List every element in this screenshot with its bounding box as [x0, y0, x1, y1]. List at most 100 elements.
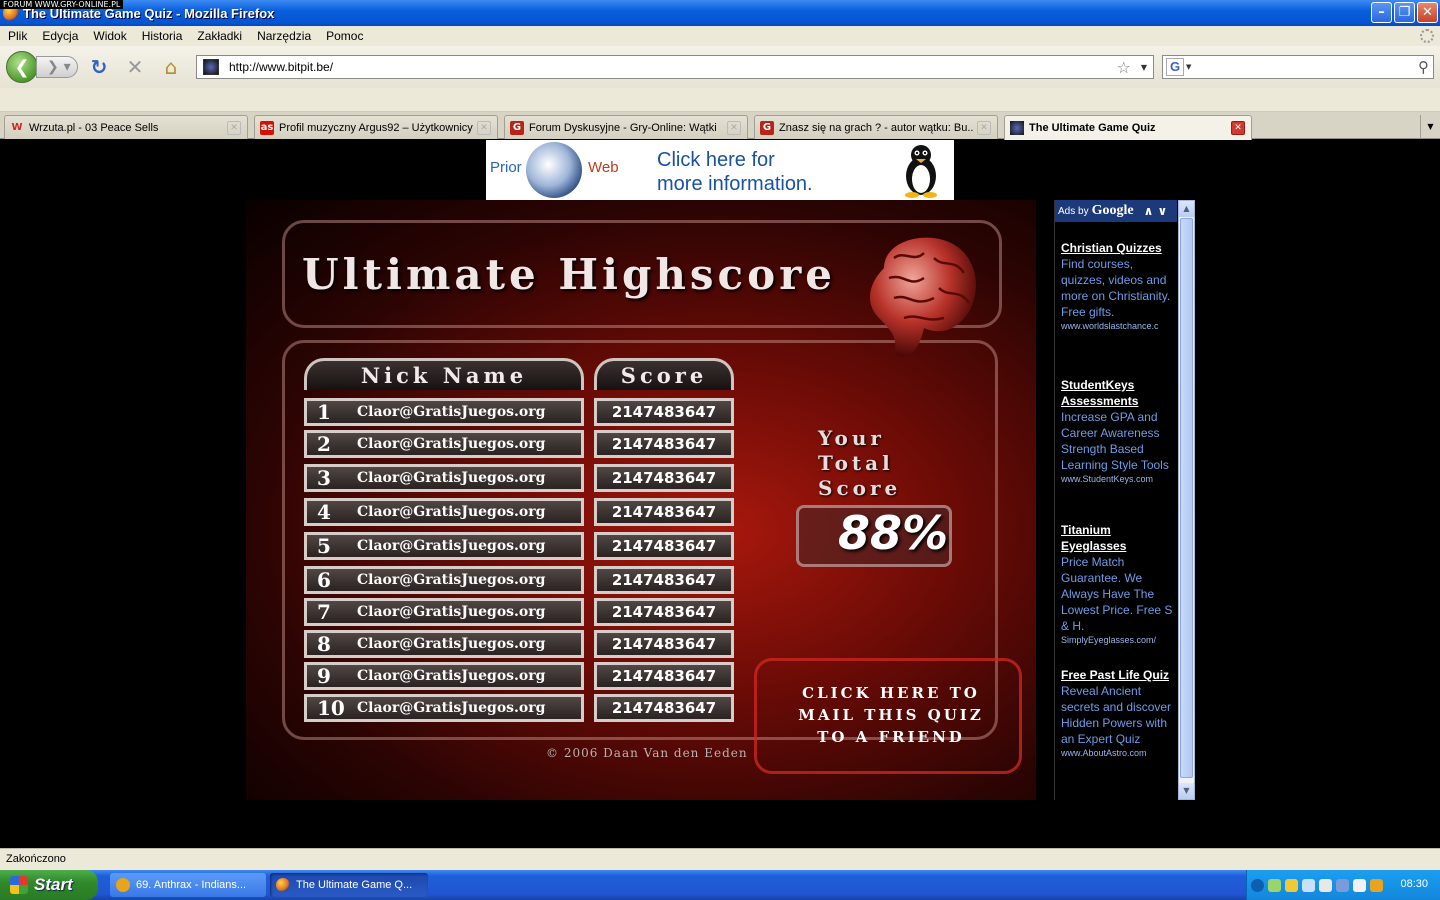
ad-title[interactable]: StudentKeys Assessments [1061, 377, 1175, 409]
table-row: 3 Claor@GratisJuegos.org [304, 464, 584, 492]
mail-quiz-button[interactable]: CLICK HERE TO MAIL THIS QUIZ TO A FRIEND [786, 682, 996, 748]
tab-close-icon[interactable]: ✕ [227, 120, 241, 135]
tab-close-icon[interactable]: ✕ [977, 120, 991, 135]
tab-label: Forum Dyskusyjne - Gry-Online: Wątki [529, 121, 717, 134]
tray-expand-icon[interactable] [1251, 878, 1264, 892]
menu-zakladki[interactable]: Zakładki [197, 29, 242, 43]
ads-by-label: Ads by [1058, 205, 1089, 217]
close-window-button[interactable]: ✕ [1417, 2, 1438, 23]
ad-item[interactable]: Christian Quizzes Find courses, quizzes,… [1061, 240, 1175, 332]
tab-lastfm[interactable]: as Profil muzyczny Argus92 – Użytkownicy… [254, 115, 498, 139]
ad-url[interactable]: www.worldslastchance.c [1061, 320, 1175, 332]
start-label: Start [34, 875, 73, 894]
windows-flag-icon [10, 876, 28, 894]
watermark-text: FORUM WWW.GRY-ONLINE.PL [0, 0, 124, 9]
menu-edycja[interactable]: Edycja [42, 29, 78, 43]
nick-name-cell: Claor@GratisJuegos.org [357, 404, 546, 420]
rank-number: 7 [317, 600, 331, 624]
tab-close-icon[interactable]: ✕ [477, 120, 491, 135]
nick-name-cell: Claor@GratisJuegos.org [357, 470, 546, 486]
reload-icon[interactable]: ↻ [88, 56, 110, 78]
ad-url[interactable]: www.StudentKeys.com [1061, 473, 1175, 485]
tab-label: The Ultimate Game Quiz [1029, 122, 1156, 134]
ads-by-google-header[interactable]: Ads by Google ∧ ∨ [1055, 200, 1177, 222]
your-total-line2: Total [818, 451, 894, 475]
your-total-line3: Score [818, 476, 902, 500]
ad-title[interactable]: Titanium Eyeglasses [1061, 522, 1175, 554]
scroll-thumb[interactable] [1180, 218, 1193, 778]
menu-plik[interactable]: Plik [8, 29, 27, 43]
rank-number: 6 [317, 568, 331, 592]
menu-widok[interactable]: Widok [93, 29, 126, 43]
ads-prev-next-icon[interactable]: ∧ ∨ [1144, 204, 1168, 218]
scroll-down-icon[interactable]: ▼ [1179, 783, 1194, 799]
ads-scrollbar[interactable]: ▲ ▼ [1178, 200, 1195, 800]
menu-historia[interactable]: Historia [142, 29, 183, 43]
priorweb-banner-ad[interactable]: Prior Web Click here for more informatio… [486, 140, 954, 200]
restore-button[interactable]: ❐ [1394, 2, 1415, 23]
ad-item[interactable]: StudentKeys Assessments Increase GPA and… [1061, 377, 1175, 485]
ad-item[interactable]: Free Past Life Quiz Reveal Ancient secre… [1061, 667, 1175, 759]
your-total-score-label: Your Total Score [818, 426, 901, 501]
ad-url[interactable]: www.AboutAstro.com [1061, 747, 1175, 759]
ad-item[interactable]: Titanium Eyeglasses Price Match Guarante… [1061, 522, 1175, 646]
search-engine-icon[interactable]: G [1166, 58, 1184, 76]
ad-url[interactable]: SimplyEyeglasses.com/ [1061, 634, 1175, 646]
search-engine-dropdown-icon[interactable]: ▼ [1186, 63, 1191, 71]
column-header-score: Score [594, 358, 734, 390]
tab-ultimate-game-quiz[interactable]: The Ultimate Game Quiz ✕ [1004, 115, 1252, 140]
back-button[interactable]: ❮ [6, 51, 38, 83]
tray-usb-icon[interactable] [1353, 878, 1366, 892]
ad-title[interactable]: Free Past Life Quiz [1061, 667, 1175, 683]
taskbar-item-winamp[interactable]: 69. Anthrax - Indians... [110, 873, 266, 897]
search-bar[interactable]: G ▼ ⚲ [1162, 55, 1434, 79]
taskbar-item-firefox[interactable]: The Ultimate Game Q... [270, 873, 428, 897]
tab-znasz[interactable]: G Znasz się na grach ? - autor wątku: Bu… [754, 115, 998, 139]
rank-number: 10 [317, 696, 345, 720]
rank-number: 2 [317, 432, 331, 456]
nick-name-cell: Claor@GratisJuegos.org [357, 604, 546, 620]
url-dropdown-icon[interactable]: ▼ [1141, 63, 1147, 72]
minimize-button[interactable]: – [1371, 2, 1392, 23]
rank-number: 3 [317, 466, 331, 490]
tab-close-icon[interactable]: ✕ [1231, 121, 1245, 135]
wrzuta-icon: W [11, 122, 23, 133]
scroll-up-icon[interactable]: ▲ [1179, 201, 1194, 217]
tray-winamp-icon[interactable] [1370, 878, 1383, 892]
tray-network-icon[interactable] [1268, 878, 1281, 892]
ad-text: Find courses, quizzes, videos and more o… [1061, 257, 1171, 319]
gry-online-icon: G [510, 120, 524, 135]
home-icon[interactable]: ⌂ [160, 56, 182, 78]
bookmark-star-icon[interactable]: ☆ [1117, 58, 1131, 77]
stop-icon[interactable]: ✕ [124, 56, 146, 78]
rank-number: 5 [317, 534, 331, 558]
tray-messenger-icon[interactable] [1302, 878, 1315, 892]
tray-antivirus-icon[interactable] [1285, 878, 1298, 892]
tab-list-dropdown-icon[interactable]: ▼ [1420, 115, 1440, 139]
ad-text: Reveal Ancient secrets and discover Hidd… [1061, 684, 1172, 746]
score-cell: 2147483647 [594, 566, 734, 594]
nick-name-cell: Claor@GratisJuegos.org [357, 436, 546, 452]
nick-name-cell: Claor@GratisJuegos.org [357, 538, 546, 554]
menu-pomoc[interactable]: Pomoc [326, 29, 363, 43]
tab-wrzuta[interactable]: W Wrzuta.pl - 03 Peace Sells ✕ [4, 115, 248, 139]
bookmarks-toolbar [0, 88, 1440, 112]
forward-button[interactable]: ❯ ▾ [36, 56, 78, 78]
tab-forum[interactable]: G Forum Dyskusyjne - Gry-Online: Wątki ✕ [504, 115, 748, 139]
tray-volume-icon[interactable] [1319, 878, 1332, 892]
url-input[interactable]: http://www.bitpit.be/ [229, 60, 1117, 74]
table-row: 8 Claor@GratisJuegos.org [304, 630, 584, 658]
score-cell: 2147483647 [594, 498, 734, 526]
firefox-icon [276, 878, 290, 892]
tab-close-icon[interactable]: ✕ [727, 120, 741, 135]
windows-taskbar: Start 69. Anthrax - Indians... The Ultim… [0, 870, 1440, 900]
tray-update-icon[interactable] [1336, 878, 1349, 892]
search-icon[interactable]: ⚲ [1418, 58, 1429, 76]
menu-narzedzia[interactable]: Narzędzia [257, 29, 311, 43]
start-button[interactable]: Start [0, 870, 98, 900]
ad-text: Increase GPA and Career Awareness Streng… [1061, 410, 1169, 472]
ad-text: Price Match Guarantee. We Always Have Th… [1061, 555, 1173, 633]
ad-title[interactable]: Christian Quizzes [1061, 240, 1175, 256]
table-row: 9 Claor@GratisJuegos.org [304, 662, 584, 690]
url-bar[interactable]: http://www.bitpit.be/ ☆ ▼ [196, 55, 1154, 79]
